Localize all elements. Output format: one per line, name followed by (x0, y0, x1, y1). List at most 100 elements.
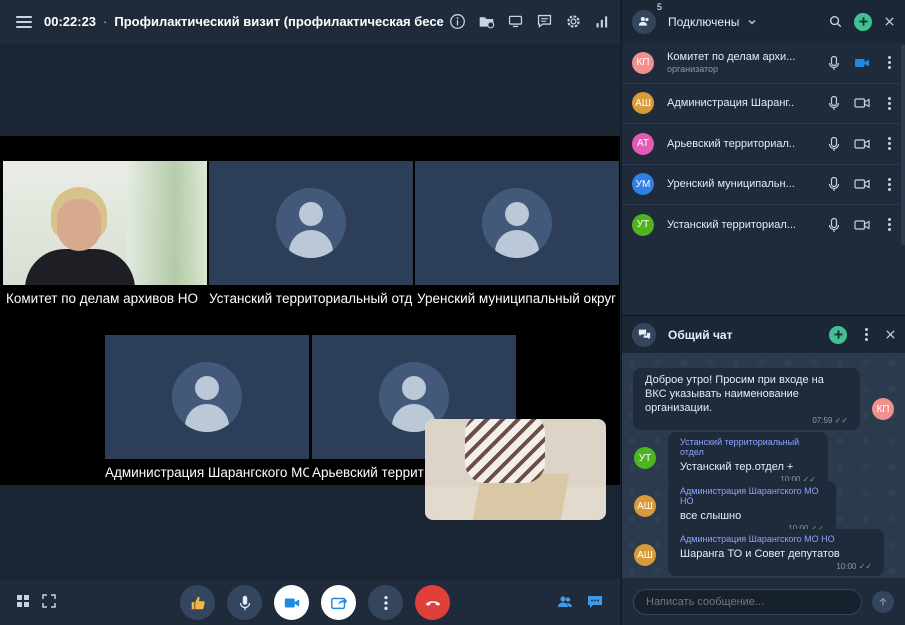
side-panel: 5 Подключены КП Комитет по делам архи...… (621, 0, 905, 625)
close-icon[interactable] (885, 329, 896, 340)
microphone-icon[interactable] (826, 176, 842, 192)
participant-menu-icon[interactable] (882, 136, 896, 152)
participant-name: Устанский территориал... (667, 218, 795, 231)
participant-row[interactable]: УМ Уренский муниципальн... (622, 165, 905, 205)
chat-message: Доброе утро! Просим при входе на ВКС ука… (633, 368, 860, 430)
participant-menu-icon[interactable] (882, 176, 896, 192)
call-timer: 00:22:23 (44, 14, 97, 29)
chat-menu-icon[interactable] (859, 327, 873, 343)
info-icon[interactable] (448, 12, 467, 31)
tile-label: Администрация Шарангского МС (105, 465, 309, 480)
camera-off-icon[interactable] (854, 136, 870, 152)
participants-group-icon: 5 (632, 2, 662, 34)
message-author: Устанский территориальный отдел (680, 437, 800, 457)
signal-icon[interactable] (593, 12, 612, 31)
menu-icon[interactable] (16, 15, 32, 28)
user-avatar-icon (276, 188, 346, 258)
close-icon[interactable] (884, 16, 895, 27)
participants-header: 5 Подключены (622, 0, 905, 43)
chat-icon[interactable] (535, 12, 554, 31)
self-view-video[interactable] (425, 419, 606, 520)
participants-icon[interactable] (557, 594, 573, 610)
avatar: АШ (632, 92, 654, 115)
participant-count: 5 (656, 1, 662, 12)
grid-layout-icon[interactable] (16, 594, 30, 608)
participant-name: Администрация Шаранг... (667, 97, 795, 110)
message-time: 10:00 ✓✓ (836, 562, 872, 571)
participant-row[interactable]: АТ Арьевский территориал... (622, 124, 905, 165)
tile-label: Арьевский террит (312, 465, 424, 480)
avatar: КП (632, 51, 654, 74)
avatar: АШ (634, 495, 656, 517)
participants-empty-space (622, 245, 905, 315)
gear-icon[interactable] (564, 12, 583, 31)
search-icon[interactable] (829, 15, 842, 28)
avatar: УМ (632, 173, 654, 196)
share-screen-button[interactable] (321, 585, 356, 620)
microphone-icon[interactable] (826, 95, 842, 111)
participant-row[interactable]: УТ Устанский территориал... (622, 205, 905, 246)
chat-add-button[interactable] (829, 325, 847, 344)
chat-title: Общий чат (668, 327, 733, 342)
user-avatar-icon (172, 362, 242, 432)
tile-label: Устанский территориальный отд (209, 291, 413, 306)
participants-filter-dropdown[interactable]: Подключены (668, 15, 739, 29)
participants-list: КП Комитет по делам архи... организатор … (622, 43, 905, 246)
chat-message: Администрация Шарангского МО НО Шаранга … (668, 529, 884, 576)
chat-input-bar (622, 578, 905, 625)
video-tile-avatar[interactable] (209, 161, 413, 285)
user-avatar-icon (482, 188, 552, 258)
title-separator: · (103, 14, 108, 29)
participants-scrollbar[interactable] (901, 45, 905, 245)
chat-toggle-icon[interactable] (587, 594, 603, 610)
message-time: 07:59 ✓✓ (812, 416, 848, 425)
microphone-button[interactable] (227, 585, 262, 620)
participant-name: Уренский муниципальн... (667, 178, 795, 191)
chevron-down-icon[interactable] (747, 17, 757, 27)
video-tile-komitet[interactable] (3, 161, 207, 285)
message-text: Доброе утро! Просим при входе на ВКС ука… (645, 374, 824, 414)
hang-up-button[interactable] (415, 585, 450, 620)
microphone-icon[interactable] (826, 55, 842, 71)
avatar: КП (872, 398, 894, 420)
participant-row[interactable]: АШ Администрация Шаранг... (622, 84, 905, 124)
fullscreen-icon[interactable] (42, 594, 56, 608)
camera-off-icon[interactable] (854, 217, 870, 233)
microphone-icon[interactable] (826, 217, 842, 233)
meeting-title: Профилактический визит (профилактическая… (114, 14, 445, 29)
camera-on-icon[interactable] (854, 55, 870, 71)
avatar: УТ (632, 213, 654, 236)
call-controls-bar (0, 580, 620, 625)
participant-row[interactable]: КП Комитет по делам архи... организатор (622, 43, 905, 84)
participant-name: Арьевский территориал... (667, 137, 795, 150)
participant-name: Комитет по делам архи... (667, 51, 795, 64)
avatar: АТ (632, 132, 654, 155)
chat-bubbles-icon (632, 322, 656, 347)
video-tile-avatar[interactable] (105, 335, 309, 459)
microphone-icon[interactable] (826, 136, 842, 152)
avatar: АШ (634, 544, 656, 566)
top-bar: 00:22:23 · Профилактический визит (профи… (0, 0, 620, 43)
participant-menu-icon[interactable] (882, 55, 896, 71)
participant-role: организатор (667, 64, 719, 75)
tile-label: Комитет по делам архивов НО (6, 291, 198, 306)
more-options-button[interactable] (368, 585, 403, 620)
participant-menu-icon[interactable] (882, 95, 896, 111)
video-tile-avatar[interactable] (415, 161, 619, 285)
message-author: Администрация Шарангского МО НО (680, 486, 819, 506)
thumbs-up-button[interactable] (180, 585, 215, 620)
camera-off-icon[interactable] (854, 176, 870, 192)
camera-button[interactable] (274, 585, 309, 620)
chat-message-input[interactable] (633, 589, 862, 615)
camera-off-icon[interactable] (854, 95, 870, 111)
participant-menu-icon[interactable] (882, 217, 896, 233)
folder-icon[interactable] (477, 12, 496, 31)
avatar: УТ (634, 447, 656, 469)
chat-header: Общий чат (622, 315, 905, 353)
message-text: Устанский тер.отдел + (680, 461, 794, 473)
message-text: все слышно (680, 510, 742, 522)
screen-share-icon[interactable] (506, 12, 525, 31)
add-participant-button[interactable] (854, 12, 872, 31)
send-button[interactable] (872, 591, 894, 613)
message-text: Шаранга ТО и Совет депутатов (680, 548, 840, 560)
